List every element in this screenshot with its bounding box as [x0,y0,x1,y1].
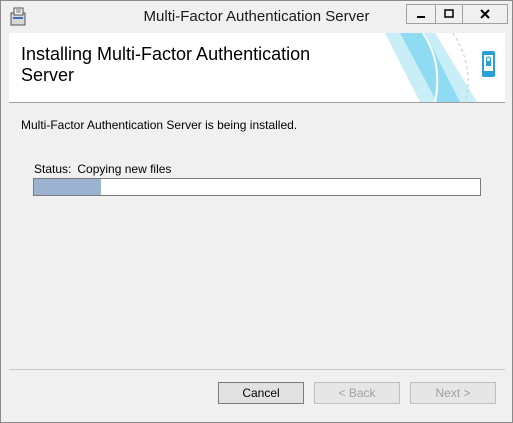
close-button[interactable] [462,4,508,24]
minimize-icon [417,16,425,18]
maximize-icon [444,9,454,18]
status-row: Status: Copying new files [34,162,171,176]
banner-title: Installing Multi-Factor Authentication S… [21,44,311,85]
banner-divider [9,102,505,103]
status-value: Copying new files [77,162,172,176]
back-button[interactable]: < Back [314,382,400,404]
close-icon [480,9,490,19]
cancel-button[interactable]: Cancel [218,382,304,404]
phone-lock-icon [385,33,495,102]
install-message: Multi-Factor Authentication Server is be… [21,118,298,132]
progress-bar [33,178,481,196]
footer-divider [9,369,505,370]
installer-window: Multi-Factor Authentication Server Insta… [0,0,513,423]
minimize-button[interactable] [406,4,436,24]
header-banner: Installing Multi-Factor Authentication S… [9,33,505,102]
next-button[interactable]: Next > [410,382,496,404]
maximize-button[interactable] [435,4,463,24]
title-bar[interactable]: Multi-Factor Authentication Server [1,1,512,32]
status-label: Status: [34,162,72,176]
progress-fill [34,179,101,195]
